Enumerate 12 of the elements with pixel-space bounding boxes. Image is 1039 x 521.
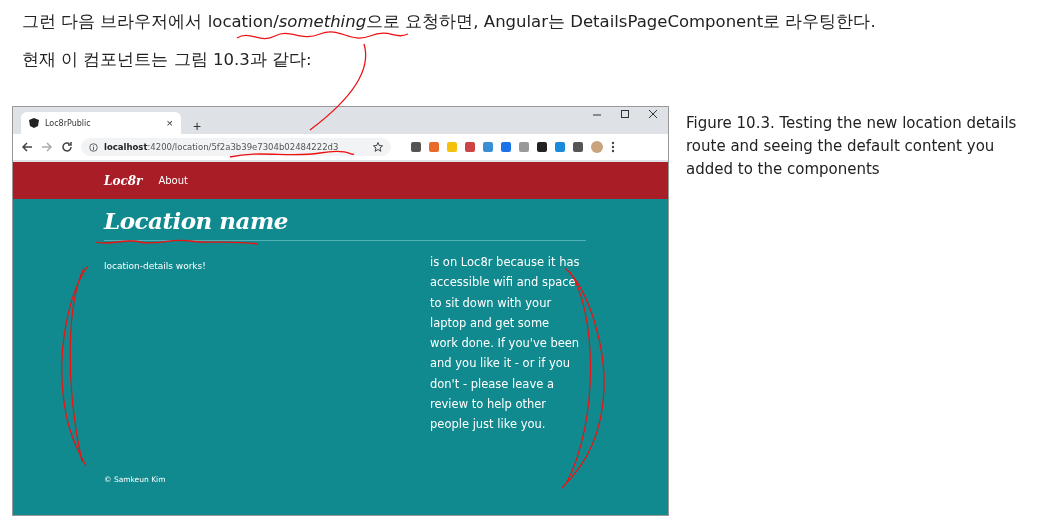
nav-link[interactable]: About [158,175,188,186]
browser-tab[interactable]: Loc8rPublic × [21,112,181,134]
close-tab-button[interactable]: × [166,117,173,129]
address-bar[interactable]: localhost:4200/location/5f2a3b39e7304b02484222d3 [81,138,391,156]
sidebar-text: is on Loc8r because it has accessible wifi and space to sit down with your laptop and get some work done. If you've been and you like it - or if you don't - please leave a review to help other people just like you. [430,254,580,434]
new-tab-button[interactable]: + [189,118,206,134]
page-heading: Location name [104,207,586,241]
paragraph-text: 그런 다음 브라우저에서 location/something으로 요청하면, Angular는 DetailsPageComponent로 라우팅한다. [22,11,877,33]
brand-logo[interactable]: Loc8r [104,173,143,188]
paragraph-text: 현재 이 컴포넌트는 그림 10.3과 같다: [22,49,313,71]
figure-caption: Figure 10.3. Testing the new location details route and seeing the default content you added to the components [686,113,1018,180]
body-text: location-details works! [104,261,206,273]
